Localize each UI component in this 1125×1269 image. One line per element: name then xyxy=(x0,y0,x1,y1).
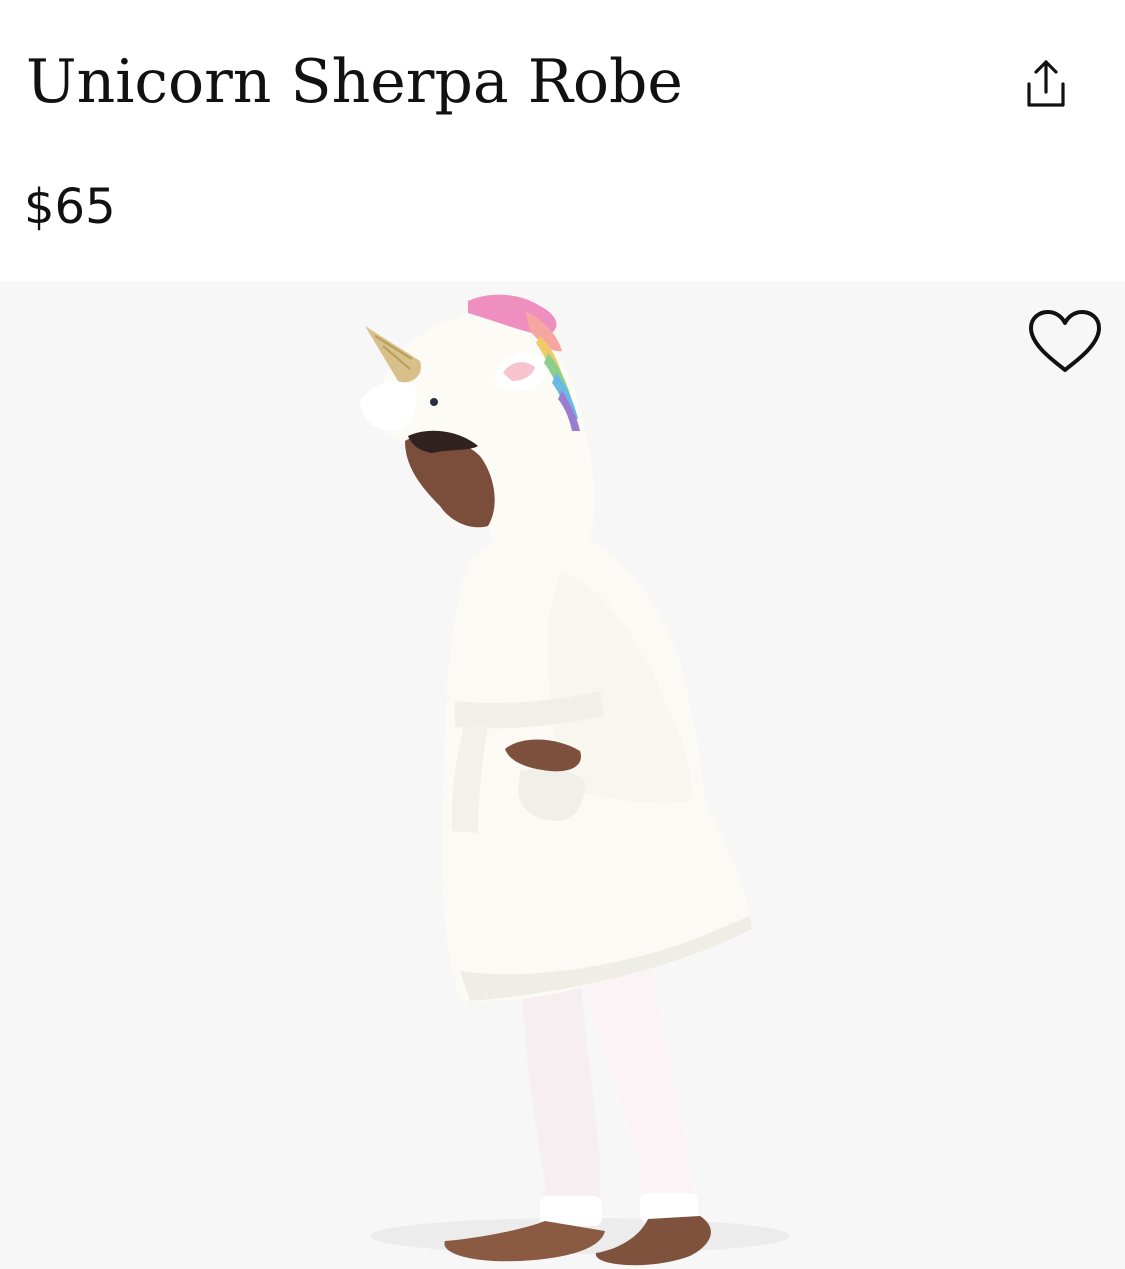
heart-outline-icon xyxy=(1029,310,1101,372)
share-icon xyxy=(1027,60,1065,107)
product-image[interactable] xyxy=(0,281,1125,1269)
product-header: Unicorn Sherpa Robe $65 xyxy=(0,0,1125,281)
share-button[interactable] xyxy=(1014,52,1078,116)
product-price: $65 xyxy=(24,179,116,235)
favorite-button[interactable] xyxy=(1024,305,1106,377)
product-title: Unicorn Sherpa Robe xyxy=(26,47,683,117)
unicorn-robe-photo xyxy=(360,294,790,1266)
